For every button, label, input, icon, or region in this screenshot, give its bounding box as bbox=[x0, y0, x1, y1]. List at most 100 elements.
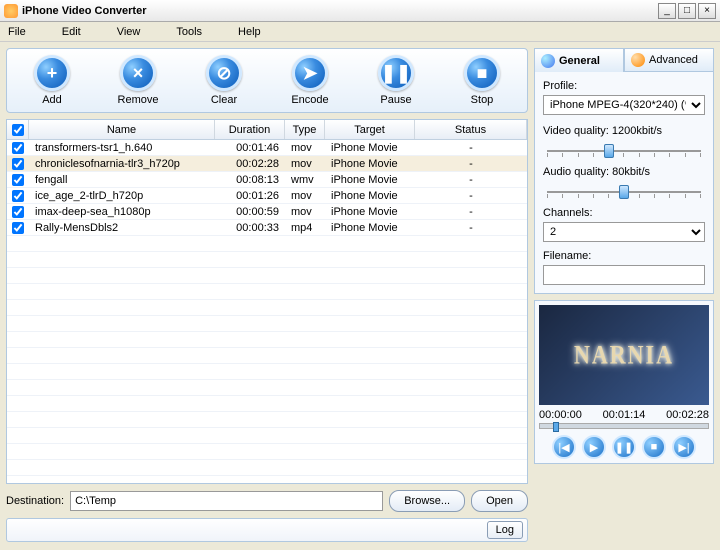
file-table: Name Duration Type Target Status transfo… bbox=[6, 119, 528, 484]
row-checkbox[interactable] bbox=[7, 206, 29, 218]
destination-input[interactable] bbox=[70, 491, 383, 511]
stop-icon: ■ bbox=[464, 55, 500, 91]
clear-button[interactable]: ⊘Clear bbox=[189, 55, 259, 106]
table-header: Name Duration Type Target Status bbox=[7, 120, 527, 140]
row-name: fengall bbox=[29, 174, 215, 186]
preview-scrubber[interactable] bbox=[539, 423, 709, 429]
table-row bbox=[7, 268, 527, 284]
app-icon bbox=[4, 4, 18, 18]
row-type: mp4 bbox=[285, 222, 325, 234]
row-type: mov bbox=[285, 142, 325, 154]
video-quality-slider[interactable] bbox=[547, 144, 701, 158]
table-row bbox=[7, 380, 527, 396]
profile-select[interactable]: iPhone MPEG-4(320*240) (*.mp4) bbox=[543, 95, 705, 115]
maximize-button[interactable]: □ bbox=[678, 3, 696, 19]
add-icon: + bbox=[34, 55, 70, 91]
preview-overlay-text: NARNIA bbox=[574, 339, 674, 370]
close-button[interactable]: × bbox=[698, 3, 716, 19]
preview-panel: NARNIA 00:00:00 00:01:14 00:02:28 |◀ ▶ ❚… bbox=[534, 300, 714, 464]
pause-label: Pause bbox=[380, 94, 411, 106]
table-row[interactable]: Rally-MensDbls200:00:33mp4iPhone Movie- bbox=[7, 220, 527, 236]
row-status: - bbox=[415, 158, 527, 170]
row-name: imax-deep-sea_h1080p bbox=[29, 206, 215, 218]
audio-quality-slider[interactable] bbox=[547, 185, 701, 199]
row-duration: 00:01:26 bbox=[215, 190, 285, 202]
log-bar: Log bbox=[6, 518, 528, 542]
preview-time-end: 00:02:28 bbox=[666, 409, 709, 421]
open-button[interactable]: Open bbox=[471, 490, 528, 512]
row-checkbox[interactable] bbox=[7, 142, 29, 154]
table-row bbox=[7, 428, 527, 444]
row-status: - bbox=[415, 174, 527, 186]
filename-input[interactable] bbox=[543, 265, 705, 285]
row-target: iPhone Movie bbox=[325, 190, 415, 202]
row-name: transformers-tsr1_h.640 bbox=[29, 142, 215, 154]
row-duration: 00:02:28 bbox=[215, 158, 285, 170]
menu-file[interactable]: File bbox=[8, 26, 26, 38]
table-row[interactable]: fengall00:08:13wmviPhone Movie- bbox=[7, 172, 527, 188]
channels-label: Channels: bbox=[543, 207, 705, 219]
tab-advanced[interactable]: Advanced bbox=[624, 48, 714, 72]
row-type: wmv bbox=[285, 174, 325, 186]
preview-pause-button[interactable]: ❚❚ bbox=[612, 435, 636, 459]
row-type: mov bbox=[285, 158, 325, 170]
row-checkbox[interactable] bbox=[7, 222, 29, 234]
menu-help[interactable]: Help bbox=[238, 26, 261, 38]
table-row bbox=[7, 476, 527, 483]
row-type: mov bbox=[285, 206, 325, 218]
table-row bbox=[7, 348, 527, 364]
row-target: iPhone Movie bbox=[325, 206, 415, 218]
remove-label: Remove bbox=[118, 94, 159, 106]
row-checkbox[interactable] bbox=[7, 190, 29, 202]
stop-button[interactable]: ■Stop bbox=[447, 55, 517, 106]
row-status: - bbox=[415, 142, 527, 154]
header-duration[interactable]: Duration bbox=[215, 120, 285, 139]
preview-time-start: 00:00:00 bbox=[539, 409, 582, 421]
encode-button[interactable]: ➤Encode bbox=[275, 55, 345, 106]
preview-play-button[interactable]: ▶ bbox=[582, 435, 606, 459]
row-name: Rally-MensDbls2 bbox=[29, 222, 215, 234]
pause-button[interactable]: ❚❚Pause bbox=[361, 55, 431, 106]
preview-next-button[interactable]: ▶| bbox=[672, 435, 696, 459]
table-row bbox=[7, 460, 527, 476]
toolbar: + Add ×Remove ⊘Clear ➤Encode ❚❚Pause ■Stop bbox=[6, 48, 528, 113]
browse-button[interactable]: Browse... bbox=[389, 490, 465, 512]
advanced-icon bbox=[631, 53, 645, 67]
row-duration: 00:00:59 bbox=[215, 206, 285, 218]
log-button[interactable]: Log bbox=[487, 521, 523, 539]
header-checkbox[interactable] bbox=[7, 120, 29, 139]
row-duration: 00:01:46 bbox=[215, 142, 285, 154]
header-status[interactable]: Status bbox=[415, 120, 527, 139]
add-label: Add bbox=[42, 94, 62, 106]
table-row bbox=[7, 364, 527, 380]
encode-icon: ➤ bbox=[292, 55, 328, 91]
table-row bbox=[7, 412, 527, 428]
tab-advanced-label: Advanced bbox=[649, 54, 698, 66]
menubar: File Edit View Tools Help bbox=[0, 22, 720, 42]
table-row bbox=[7, 316, 527, 332]
minimize-button[interactable]: _ bbox=[658, 3, 676, 19]
table-row[interactable]: ice_age_2-tlrD_h720p00:01:26moviPhone Mo… bbox=[7, 188, 527, 204]
header-type[interactable]: Type bbox=[285, 120, 325, 139]
preview-prev-button[interactable]: |◀ bbox=[552, 435, 576, 459]
row-checkbox[interactable] bbox=[7, 158, 29, 170]
menu-tools[interactable]: Tools bbox=[176, 26, 202, 38]
row-target: iPhone Movie bbox=[325, 142, 415, 154]
table-row[interactable]: chroniclesofnarnia-tlr3_h720p00:02:28mov… bbox=[7, 156, 527, 172]
menu-view[interactable]: View bbox=[117, 26, 141, 38]
table-row[interactable]: transformers-tsr1_h.64000:01:46moviPhone… bbox=[7, 140, 527, 156]
tab-general[interactable]: General bbox=[534, 48, 624, 72]
preview-video[interactable]: NARNIA bbox=[539, 305, 709, 405]
row-checkbox[interactable] bbox=[7, 174, 29, 186]
row-duration: 00:00:33 bbox=[215, 222, 285, 234]
add-button[interactable]: + Add bbox=[17, 55, 87, 106]
table-row bbox=[7, 252, 527, 268]
menu-edit[interactable]: Edit bbox=[62, 26, 81, 38]
header-name[interactable]: Name bbox=[29, 120, 215, 139]
preview-stop-button[interactable]: ■ bbox=[642, 435, 666, 459]
header-target[interactable]: Target bbox=[325, 120, 415, 139]
table-row[interactable]: imax-deep-sea_h1080p00:00:59moviPhone Mo… bbox=[7, 204, 527, 220]
filename-label: Filename: bbox=[543, 250, 705, 262]
channels-select[interactable]: 2 bbox=[543, 222, 705, 242]
remove-button[interactable]: ×Remove bbox=[103, 55, 173, 106]
